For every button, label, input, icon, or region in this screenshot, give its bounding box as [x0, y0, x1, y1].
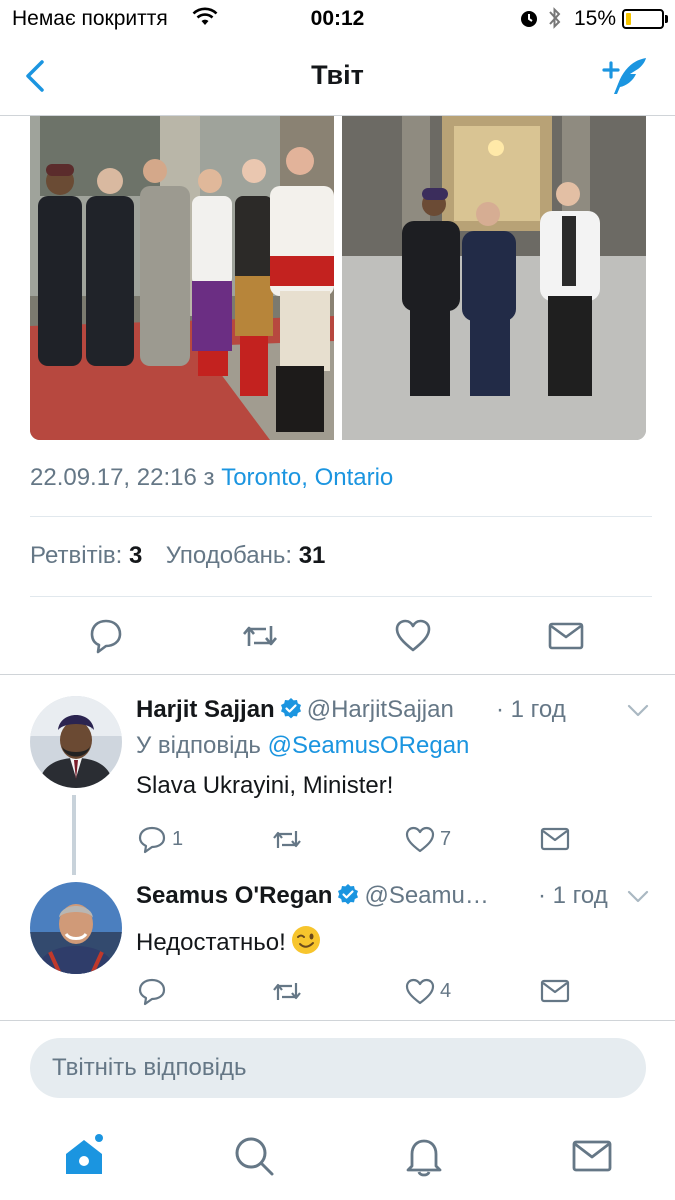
verified-badge-icon [280, 698, 301, 719]
author-handle[interactable]: @Seamu… [364, 882, 488, 909]
photo-group-ceremony[interactable] [30, 116, 334, 440]
reply-time: · 1 год [538, 882, 608, 909]
like-count: 4 [440, 980, 452, 1002]
like-icon[interactable] [393, 616, 433, 656]
reply-to-mention[interactable]: @SeamusORegan [268, 732, 470, 759]
battery-icon [622, 9, 664, 29]
reply-context: У відповідь @SeamusORegan [136, 732, 469, 760]
reply-time: · 1 год [496, 696, 566, 723]
divider [30, 596, 652, 597]
retweet-icon[interactable] [270, 824, 304, 854]
like-icon[interactable] [404, 824, 436, 854]
reply-count: 1 [172, 828, 184, 850]
avatar[interactable] [30, 882, 122, 974]
reply-text-line: Недостатньо! [136, 924, 322, 957]
reply-icon[interactable] [136, 976, 168, 1006]
search-icon[interactable] [232, 1134, 276, 1178]
tweet-media[interactable] [30, 116, 646, 440]
reply-input-placeholder: Твітніть відповідь [52, 1054, 247, 1081]
location-prefix: з [203, 464, 215, 491]
divider [30, 516, 652, 517]
chevron-down-icon[interactable] [627, 890, 649, 904]
alarm-icon [521, 11, 537, 27]
reply-text: Недостатньо! [136, 929, 286, 956]
retweets-label: Ретвітів: [30, 542, 123, 569]
battery-percent: 15% [574, 7, 617, 30]
reply-input[interactable]: Твітніть відповідь [30, 1038, 646, 1098]
retweets-count[interactable]: 3 [129, 542, 142, 569]
tweet-timestamp: 22.09.17, 22:16 [30, 464, 197, 491]
like-count: 7 [440, 828, 452, 850]
section-divider [0, 1020, 675, 1021]
tweet-stats: Ретвітів: 3 Уподобань: 31 [30, 542, 325, 570]
like-icon[interactable] [404, 976, 436, 1006]
reply-header: Seamus O'Regan @Seamu… [136, 882, 489, 910]
messages-icon[interactable] [570, 1134, 614, 1178]
reply-icon[interactable] [136, 824, 168, 854]
likes-label: Уподобань: [165, 542, 293, 569]
home-icon[interactable] [62, 1134, 106, 1178]
section-divider [0, 674, 675, 675]
avatar[interactable] [30, 696, 122, 788]
direct-message-icon[interactable] [540, 824, 570, 854]
bluetooth-icon [549, 7, 561, 29]
chevron-down-icon[interactable] [627, 704, 649, 718]
status-bar: Немає покриття 00:12 15% [0, 0, 675, 38]
retweet-icon[interactable] [240, 616, 280, 656]
retweet-icon[interactable] [270, 976, 304, 1006]
reply-text: Slava Ukrayini, Minister! [136, 772, 394, 799]
notifications-bell-icon[interactable] [402, 1134, 446, 1178]
reply-to-label: У відповідь [136, 732, 261, 759]
likes-count[interactable]: 31 [299, 542, 326, 569]
compose-tweet-icon[interactable] [600, 54, 650, 98]
reply-icon[interactable] [86, 616, 126, 656]
navigation-bar: Твіт [0, 38, 675, 116]
tweet-timestamp-line: 22.09.17, 22:16 з Toronto, Ontario [30, 464, 393, 492]
winking-face-emoji-icon [291, 926, 320, 954]
page-title: Твіт [311, 60, 364, 90]
tab-bar [0, 1116, 675, 1200]
direct-message-icon[interactable] [540, 976, 570, 1006]
reply-header: Harjit Sajjan @HarjitSajjan [136, 696, 454, 724]
thread-connector [72, 795, 76, 875]
author-name[interactable]: Harjit Sajjan [136, 696, 275, 723]
battery-cap [665, 15, 668, 23]
author-handle[interactable]: @HarjitSajjan [307, 696, 454, 723]
battery-fill [626, 13, 631, 25]
photo-walking-officials[interactable] [342, 116, 646, 440]
location-link[interactable]: Toronto, Ontario [221, 464, 393, 491]
direct-message-icon[interactable] [546, 616, 586, 656]
author-name[interactable]: Seamus O'Regan [136, 882, 332, 909]
verified-badge-icon [338, 884, 359, 905]
